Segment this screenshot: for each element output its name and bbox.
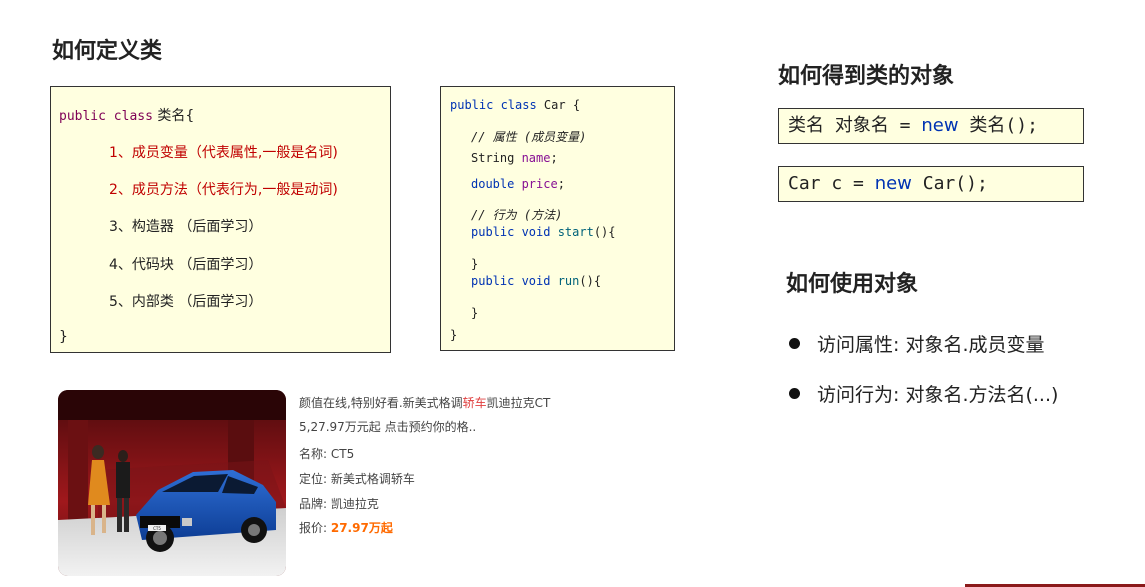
ad-price-value: 27.97万起 <box>330 521 393 535</box>
bullet-dot-icon <box>789 338 800 349</box>
heading-get-object: 如何得到类的对象 <box>778 64 955 89</box>
start-method-line: public void start(){ <box>471 225 616 239</box>
price-semicolon: ; <box>557 177 565 191</box>
ad-title-prefix: 颜值在线,特别好看.新美式格调 <box>299 396 463 410</box>
access-behavior-text: 访问行为: 对象名.方法名(...) <box>817 384 1059 406</box>
car-ad-image[interactable]: CT5 <box>58 390 286 576</box>
run-method-close: } <box>471 306 479 320</box>
ad-title-highlight: 轿车 <box>462 396 487 410</box>
car-creation-prefix: Car c = <box>788 173 875 194</box>
class-close-brace: } <box>59 329 68 345</box>
object-creation-syntax: 类名 对象名 = new 类名(); <box>778 108 1084 144</box>
run-method-line: public void run(){ <box>471 274 601 288</box>
car-creation-suffix: Car(); <box>911 173 988 194</box>
public-class-keyword: public class <box>59 109 153 124</box>
class-header-line: public class 类名{ <box>59 105 194 125</box>
access-attribute-bullet: 访问属性: 对象名.成员变量 <box>789 330 1044 357</box>
car-creation-new-keyword: new <box>874 173 912 194</box>
run-method-keyword: public void <box>471 274 558 288</box>
license-plate: CT5 <box>153 526 161 531</box>
constructor-item: 3、构造器 （后面学习） <box>109 219 263 235</box>
run-method-paren: (){ <box>579 274 602 288</box>
code-block-item: 4、代码块 （后面学习） <box>109 257 263 273</box>
car-photo-illustration: CT5 <box>58 390 286 576</box>
start-method-name: start <box>557 225 594 239</box>
ad-brand-field: 品牌: 凯迪拉克 <box>299 497 379 511</box>
car-class-name: Car { <box>536 98 581 112</box>
class-name-placeholder: 类名{ <box>152 108 195 124</box>
price-field: price <box>521 177 558 191</box>
ad-position-field: 定位: 新美式格调轿车 <box>299 472 415 486</box>
ad-title-line-1[interactable]: 颜值在线,特别好看.新美式格调轿车凯迪拉克CT <box>299 394 550 411</box>
heading-define-class: 如何定义类 <box>52 39 163 64</box>
name-field-line: String name; <box>471 151 558 165</box>
start-method-paren: (){ <box>593 225 616 239</box>
inner-class-item: 5、内部类 （后面学习） <box>109 294 263 310</box>
bullet-dot-icon <box>789 388 800 399</box>
ad-name-field: 名称: CT5 <box>299 447 355 461</box>
member-methods-item: 2、成员方法（代表行为,一般是动词) <box>109 182 338 198</box>
name-semicolon: ; <box>550 151 558 165</box>
access-attribute-text: 访问属性: 对象名.成员变量 <box>817 334 1045 356</box>
start-method-keyword: public void <box>471 225 558 239</box>
double-type: double <box>471 177 522 191</box>
syntax-suffix: 类名(); <box>958 115 1038 136</box>
behaviors-comment: // 行为 (方法) <box>471 208 563 222</box>
class-template-box: public class 类名{ 1、成员变量（代表属性,一般是名词) 2、成员… <box>50 86 391 353</box>
attributes-comment: // 属性 (成员变量) <box>471 130 587 144</box>
syntax-prefix: 类名 对象名 = <box>788 115 922 136</box>
car-code-box: public class Car { // 属性 (成员变量) String n… <box>440 86 675 351</box>
ad-title-suffix: 凯迪拉克CT <box>486 396 551 410</box>
member-variables-item: 1、成员变量（代表属性,一般是名词) <box>109 145 338 161</box>
access-behavior-bullet: 访问行为: 对象名.方法名(...) <box>789 380 1058 407</box>
string-type: String <box>471 151 522 165</box>
start-method-close: } <box>471 257 479 271</box>
heading-use-object: 如何使用对象 <box>786 272 919 297</box>
syntax-new-keyword: new <box>921 115 959 136</box>
car-object-creation: Car c = new Car(); <box>778 166 1084 202</box>
car-class-declaration: public class Car { <box>450 98 580 112</box>
car-class-close-brace: } <box>450 328 458 342</box>
name-field: name <box>521 151 551 165</box>
ad-price-label: 报价: <box>299 521 331 535</box>
price-field-line: double price; <box>471 177 565 191</box>
ad-title-line-2[interactable]: 5,27.97万元起 点击预约你的格.. <box>299 418 476 435</box>
run-method-name: run <box>557 274 580 288</box>
car-public-class-keyword: public class <box>450 98 537 112</box>
ad-price-field: 报价: 27.97万起 <box>299 519 393 536</box>
